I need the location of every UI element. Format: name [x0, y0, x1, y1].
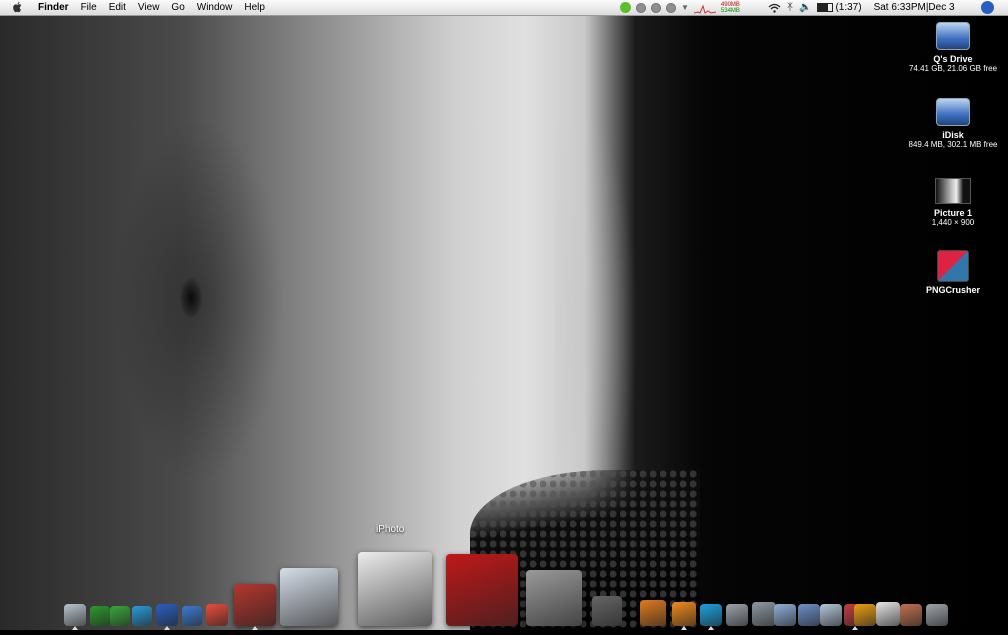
dock-hover-label: iPhoto: [376, 524, 405, 535]
desktop-icon-info: 1,440 × 900: [931, 218, 975, 227]
flash-icon[interactable]: [132, 606, 152, 626]
adium-icon[interactable]: [620, 2, 631, 13]
burn-icon[interactable]: [672, 602, 696, 626]
hard-drive-icon: [936, 22, 970, 50]
itunes-menu-icon[interactable]: ▼: [681, 3, 689, 12]
desktop-icon-idisk[interactable]: iDisk 849.4 MB, 302.1 MB free: [898, 98, 1008, 149]
itunes-next-icon[interactable]: [666, 2, 676, 13]
menu-edit[interactable]: Edit: [103, 1, 132, 14]
system-prefs-icon[interactable]: [726, 604, 748, 626]
menu-window[interactable]: Window: [191, 1, 239, 14]
bluetooth-icon[interactable]: ᛡ: [787, 2, 793, 13]
skype-icon[interactable]: [700, 604, 722, 626]
safari-icon[interactable]: [182, 606, 202, 626]
running-indicator: [252, 626, 258, 630]
menu-clock[interactable]: Sat 6:33PM|Dec 3: [874, 2, 955, 13]
preview-icon[interactable]: [798, 604, 820, 626]
memory-monitor[interactable]: 490MB 534MB: [721, 2, 740, 14]
apple-logo-icon[interactable]: [12, 1, 24, 13]
application-icon: [937, 250, 969, 282]
textedit-icon[interactable]: [774, 604, 796, 626]
running-indicator: [852, 626, 858, 630]
terminal-icon[interactable]: [752, 602, 776, 626]
trash-icon[interactable]: [926, 604, 948, 626]
idisk-icon: [936, 98, 970, 126]
itunes-icon[interactable]: [280, 568, 338, 626]
dashcode-icon[interactable]: [90, 606, 110, 626]
firefox-icon[interactable]: [156, 604, 178, 626]
wallpaper-detail: [180, 278, 202, 318]
finder-icon[interactable]: [64, 604, 86, 626]
imovie-icon[interactable]: [446, 554, 518, 626]
desktop-icon-label: Picture 1: [933, 208, 973, 218]
desktop-icon-qs-drive[interactable]: Q's Drive 74.41 GB, 21.06 GB free: [898, 22, 1008, 73]
menu-app-finder[interactable]: Finder: [38, 1, 75, 14]
dreamweaver-icon[interactable]: [110, 606, 130, 626]
desktop-icon-label: Q's Drive: [933, 54, 973, 64]
activity-graph-icon[interactable]: [693, 2, 716, 14]
itunes-prev-icon[interactable]: [636, 2, 646, 13]
final-cut-icon[interactable]: [592, 596, 622, 626]
desktop-icon-info: 849.4 MB, 302.1 MB free: [908, 140, 998, 149]
desktop-icon-pngcrusher[interactable]: PNGCrusher: [898, 250, 1008, 295]
menu-view[interactable]: View: [132, 1, 166, 14]
dvd-studio-icon[interactable]: [526, 570, 582, 626]
desktop-icon-label: iDisk: [942, 130, 964, 140]
garageband-icon[interactable]: [640, 600, 666, 626]
battery-icon: [817, 3, 834, 12]
iphoto-icon[interactable]: [358, 552, 432, 626]
running-indicator: [164, 626, 170, 630]
itunes-play-icon[interactable]: [651, 2, 661, 13]
image-thumbnail-icon: [935, 178, 971, 204]
dock: [58, 538, 950, 630]
volume-icon[interactable]: 🔈: [799, 2, 811, 13]
desktop-icon-picture-1[interactable]: Picture 1 1,440 × 900: [898, 178, 1008, 227]
adium-duck-icon[interactable]: [876, 602, 900, 626]
battery-status[interactable]: (1:37): [817, 2, 862, 13]
vlc-icon[interactable]: [854, 604, 876, 626]
battery-time: (1:37): [835, 2, 862, 13]
ical-icon[interactable]: [206, 604, 228, 626]
running-indicator: [72, 626, 78, 630]
desktop-icon-info: 74.41 GB, 21.06 GB free: [908, 64, 998, 73]
spotlight-icon[interactable]: [981, 1, 994, 14]
running-indicator: [708, 626, 714, 630]
wifi-icon[interactable]: [768, 3, 781, 13]
mail-icon[interactable]: [234, 584, 276, 626]
memory-free: 534MB: [720, 7, 740, 14]
running-indicator: [681, 626, 687, 630]
desktop-icon-label: PNGCrusher: [925, 285, 980, 295]
downloads-icon[interactable]: [900, 604, 922, 626]
menu-file[interactable]: File: [75, 1, 103, 14]
menu-bar: Finder File Edit View Go Window Help ▼ 4…: [0, 0, 1008, 16]
menu-go[interactable]: Go: [165, 1, 190, 14]
quicktime-icon[interactable]: [820, 604, 842, 626]
menu-help[interactable]: Help: [238, 1, 271, 14]
